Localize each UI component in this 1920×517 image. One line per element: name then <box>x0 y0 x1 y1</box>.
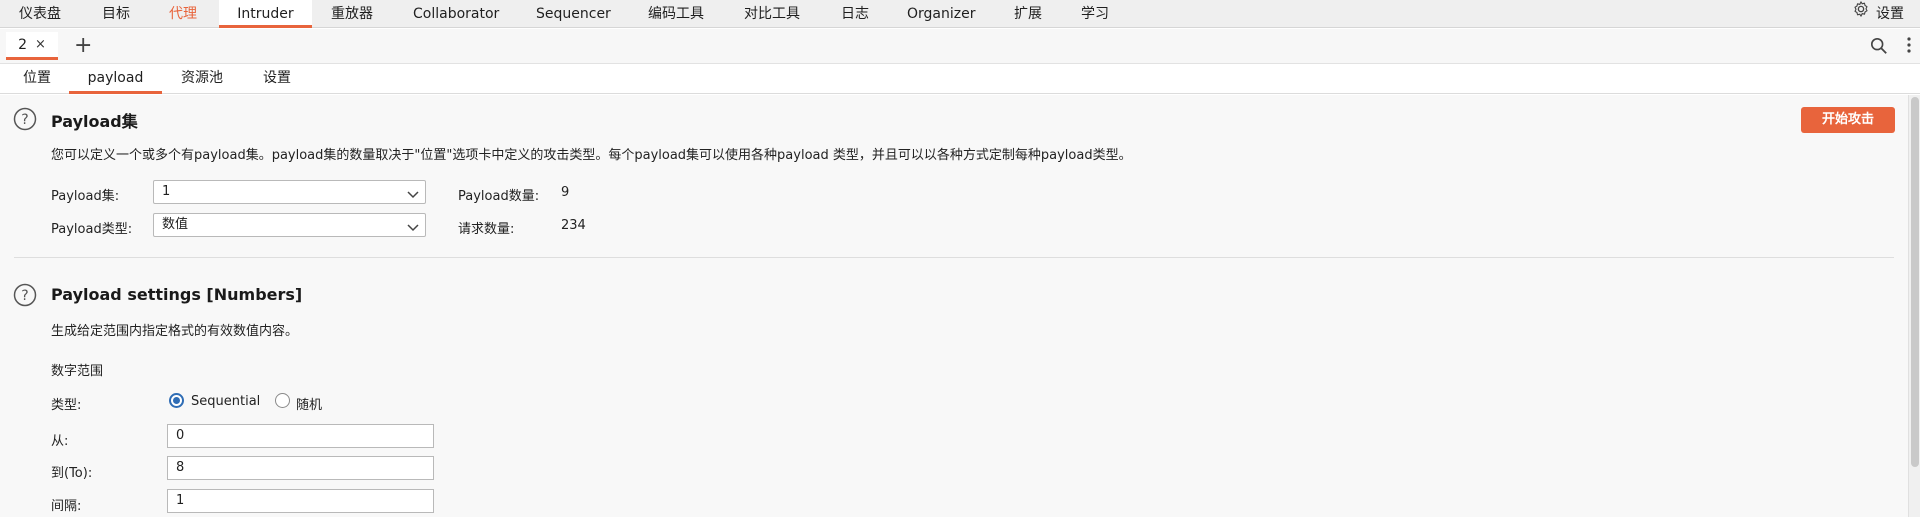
payload-type-label: Payload类型: <box>51 222 133 237</box>
payload-set-label: Payload集: <box>51 189 120 204</box>
from-label: 从: <box>51 434 69 449</box>
menu-logger[interactable]: 日志 <box>841 0 869 28</box>
payload-set-select[interactable]: 1 <box>153 180 426 204</box>
more-options-icon[interactable] <box>1906 35 1912 60</box>
payload-type-value: 数值 <box>162 217 189 232</box>
sequential-option-label[interactable]: Sequential <box>191 394 260 409</box>
payload-count-label: Payload数量: <box>458 189 540 204</box>
start-attack-button[interactable]: 开始攻击 <box>1801 107 1895 133</box>
payload-sets-title: Payload集 <box>51 112 138 131</box>
menu-intruder[interactable]: Intruder <box>219 0 312 28</box>
range-type-label: 类型: <box>51 398 82 413</box>
close-icon[interactable]: × <box>35 37 46 52</box>
search-icon[interactable] <box>1870 37 1888 59</box>
menu-organizer[interactable]: Organizer <box>907 0 975 28</box>
svg-text:?: ? <box>21 112 28 128</box>
menu-extensions[interactable]: 扩展 <box>1014 0 1042 28</box>
request-count-label: 请求数量: <box>458 222 515 237</box>
number-range-heading: 数字范围 <box>51 364 104 379</box>
tab-payloads[interactable]: payload <box>69 64 162 94</box>
payload-settings-title: Payload settings [Numbers] <box>51 285 303 304</box>
to-input[interactable]: 8 <box>167 456 434 480</box>
menu-sequencer[interactable]: Sequencer <box>536 0 611 28</box>
menu-comparer[interactable]: 对比工具 <box>744 0 800 28</box>
payload-count-value: 9 <box>561 185 570 200</box>
menu-proxy[interactable]: 代理 <box>169 0 197 28</box>
section-divider <box>14 257 1894 258</box>
payload-settings-description: 生成给定范围内指定格式的有效数值内容。 <box>51 324 299 339</box>
step-label: 间隔: <box>51 499 82 514</box>
sequential-radio[interactable] <box>169 393 184 408</box>
help-icon[interactable]: ? <box>13 283 37 307</box>
main-menu-bar: 仪表盘 目标 代理 Intruder 重放器 Collaborator Sequ… <box>0 0 1920 28</box>
step-input[interactable]: 1 <box>167 489 434 513</box>
menu-repeater[interactable]: 重放器 <box>331 0 373 28</box>
request-tab-bar: 2 × + <box>0 29 1920 64</box>
help-icon[interactable]: ? <box>13 107 37 131</box>
intruder-subtabs: 位置 payload 资源池 设置 <box>0 64 1920 94</box>
random-option-label[interactable]: 随机 <box>296 394 322 413</box>
tab-positions[interactable]: 位置 <box>20 64 54 94</box>
svg-text:?: ? <box>21 288 28 304</box>
menu-target[interactable]: 目标 <box>102 0 130 28</box>
payload-set-value: 1 <box>162 184 171 199</box>
random-radio[interactable] <box>275 393 290 408</box>
from-input[interactable]: 0 <box>167 424 434 448</box>
menu-decoder[interactable]: 编码工具 <box>648 0 704 28</box>
chevron-down-icon <box>407 186 419 208</box>
to-label: 到(To): <box>51 466 93 481</box>
settings-button[interactable]: 设置 <box>1852 0 1904 28</box>
menu-collaborator[interactable]: Collaborator <box>413 0 499 28</box>
tab-resource-pool[interactable]: 资源池 <box>179 64 225 94</box>
add-tab-icon[interactable]: + <box>74 33 92 59</box>
vertical-scrollbar[interactable] <box>1908 95 1920 517</box>
payload-sets-description: 您可以定义一个或多个有payload集。payload集的数量取决于"位置"选项… <box>51 148 1132 163</box>
menu-learn[interactable]: 学习 <box>1081 0 1109 28</box>
tab-settings[interactable]: 设置 <box>262 64 292 94</box>
menu-dashboard[interactable]: 仪表盘 <box>19 0 61 28</box>
settings-label: 设置 <box>1876 6 1904 22</box>
gear-icon <box>1852 0 1870 28</box>
scrollbar-thumb[interactable] <box>1911 97 1919 467</box>
request-tab[interactable]: 2 × <box>6 32 58 60</box>
payload-type-select[interactable]: 数值 <box>153 213 426 237</box>
chevron-down-icon <box>407 219 419 241</box>
request-count-value: 234 <box>561 218 586 233</box>
request-tab-label: 2 <box>18 36 27 53</box>
